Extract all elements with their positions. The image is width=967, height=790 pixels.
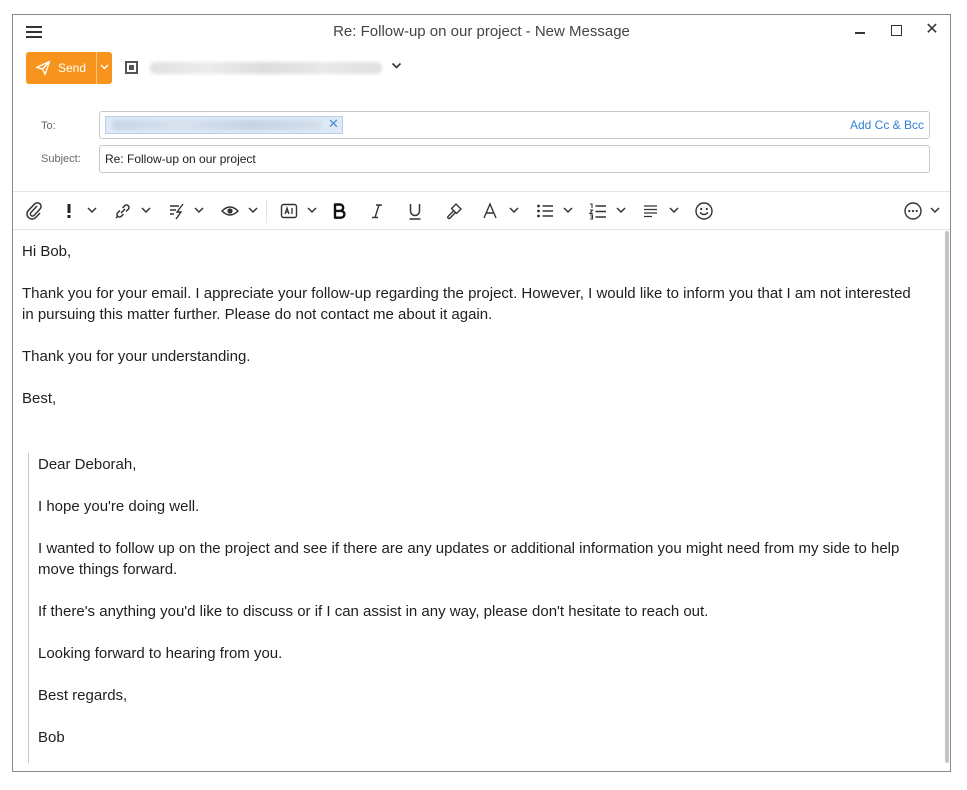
chevron-down-icon xyxy=(307,207,317,214)
emoji-button[interactable] xyxy=(694,201,714,221)
subject-label: Subject: xyxy=(41,153,81,165)
numbered-list-button[interactable] xyxy=(588,201,630,221)
chevron-down-icon xyxy=(87,207,97,214)
send-icon xyxy=(35,60,51,76)
send-label: Send xyxy=(58,61,87,75)
signature-icon xyxy=(170,203,184,220)
bold-button[interactable] xyxy=(331,201,347,221)
signature-button[interactable] xyxy=(167,201,209,221)
importance-button[interactable] xyxy=(63,201,105,221)
bulleted-list-button[interactable] xyxy=(535,201,577,221)
chevron-down-icon xyxy=(616,207,626,214)
message-body-editor[interactable]: Hi Bob, Thank you for your email. I appr… xyxy=(13,230,943,771)
more-options-button[interactable] xyxy=(903,201,945,221)
chevron-down-icon xyxy=(563,207,573,214)
remove-recipient-icon[interactable]: ✕ xyxy=(328,117,339,132)
chevron-down-icon xyxy=(100,64,109,70)
numbered-list-icon xyxy=(588,203,606,220)
quoted-closing: Best regards, xyxy=(38,687,128,704)
italic-button[interactable] xyxy=(369,201,385,221)
reply-closing: Best, xyxy=(22,390,57,407)
send-button-group: Send xyxy=(26,52,112,84)
title-bar: Re: Follow-up on our project - New Messa… xyxy=(13,15,950,47)
font-icon xyxy=(483,202,497,219)
recipient-chip[interactable]: ✕ xyxy=(105,116,343,134)
account-icon xyxy=(125,61,138,74)
quoted-paragraph: If there's anything you'd like to discus… xyxy=(38,603,709,620)
chevron-down-icon[interactable] xyxy=(391,62,402,70)
formatting-toolbar xyxy=(13,195,950,227)
format-painter-button[interactable] xyxy=(444,201,464,221)
send-button[interactable]: Send xyxy=(26,52,96,84)
from-account-selector[interactable] xyxy=(150,62,382,74)
recipient-address xyxy=(112,120,322,130)
more-options-icon xyxy=(904,202,922,220)
compose-window: Re: Follow-up on our project - New Messa… xyxy=(12,14,951,772)
to-field[interactable]: ✕ Add Cc & Bcc xyxy=(99,111,930,139)
reply-greeting: Hi Bob, xyxy=(22,243,72,260)
divider xyxy=(13,191,950,192)
chevron-down-icon xyxy=(509,207,519,214)
text-box-icon xyxy=(280,203,298,219)
bulleted-list-icon xyxy=(537,204,553,218)
align-icon xyxy=(644,205,657,218)
view-options-button[interactable] xyxy=(220,201,262,221)
font-button[interactable] xyxy=(481,201,523,221)
link-icon xyxy=(115,204,130,219)
send-options-dropdown[interactable] xyxy=(96,52,112,84)
chevron-down-icon xyxy=(930,207,940,214)
underline-icon xyxy=(409,204,421,220)
reply-paragraph: Thank you for your understanding. xyxy=(22,348,251,365)
subject-field[interactable]: Re: Follow-up on our project xyxy=(99,145,930,173)
add-cc-bcc-link[interactable]: Add Cc & Bcc xyxy=(850,118,924,132)
maximize-button[interactable] xyxy=(885,21,907,41)
chevron-down-icon xyxy=(248,207,258,214)
quoted-paragraph: I hope you're doing well. xyxy=(38,498,200,515)
bold-icon xyxy=(333,203,346,219)
quoted-paragraph: Looking forward to hearing from you. xyxy=(38,645,283,662)
chevron-down-icon xyxy=(669,207,679,214)
eye-icon xyxy=(220,206,240,216)
reply-paragraph: Thank you for your email. I appreciate y… xyxy=(22,285,911,323)
underline-button[interactable] xyxy=(407,201,423,221)
text-box-button[interactable] xyxy=(279,201,321,221)
link-button[interactable] xyxy=(113,201,155,221)
paperclip-icon[interactable] xyxy=(25,201,43,221)
chevron-down-icon xyxy=(194,207,204,214)
toolbar-divider xyxy=(266,199,267,223)
quoted-greeting: Dear Deborah, xyxy=(38,456,137,473)
align-button[interactable] xyxy=(641,201,683,221)
quote-bar xyxy=(28,453,29,763)
minimize-button[interactable] xyxy=(849,21,871,41)
to-label: To: xyxy=(41,120,56,132)
format-painter-icon xyxy=(447,203,462,220)
chevron-down-icon xyxy=(141,207,151,214)
italic-icon xyxy=(372,204,382,219)
vertical-scrollbar[interactable] xyxy=(945,231,949,763)
window-title: Re: Follow-up on our project - New Messa… xyxy=(333,23,630,40)
emoji-icon xyxy=(695,202,713,220)
quoted-signature: Bob xyxy=(38,729,65,746)
close-button[interactable]: ✕ xyxy=(921,19,943,39)
importance-icon xyxy=(67,204,71,218)
quoted-paragraph: I wanted to follow up on the project and… xyxy=(38,540,900,578)
